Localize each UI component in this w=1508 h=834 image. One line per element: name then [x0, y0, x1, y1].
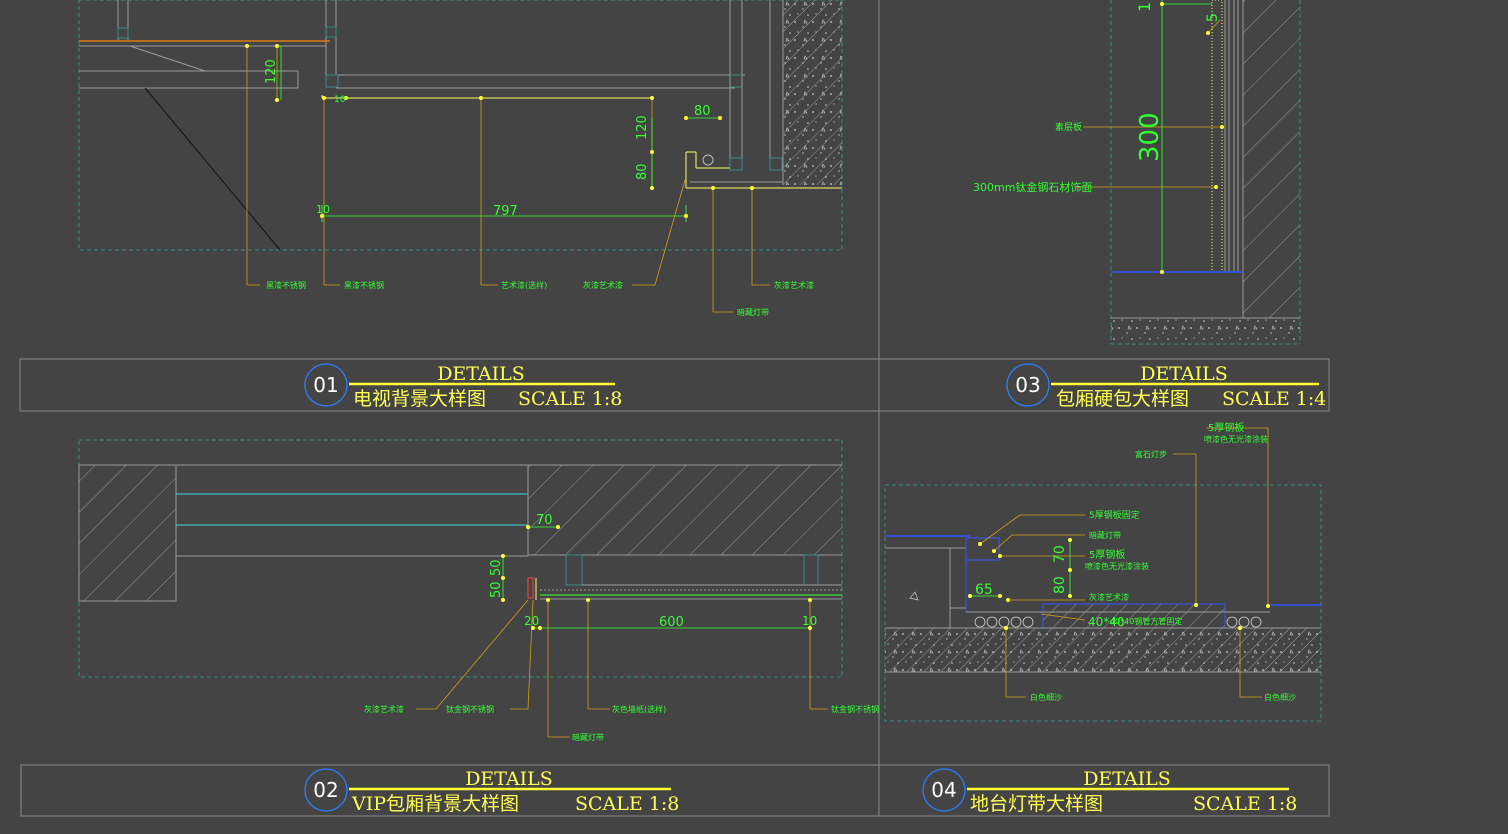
annotation-label: 5厚钢板	[1089, 548, 1125, 561]
detail-number: 01	[313, 373, 338, 397]
title-heading: DETAILS	[1083, 768, 1171, 790]
dim-label: 600	[659, 615, 684, 630]
dim-label: 80	[635, 163, 650, 180]
annotation-label: 暗藏灯带	[1089, 530, 1121, 540]
title-block-02: 02 DETAILS VIP包厢背景大样图 SCALE 1:8	[304, 768, 679, 815]
dim-label: 70	[536, 513, 553, 528]
panel-02: 70 50 50 20 600 10 灰漆艺术漆 钛金钢不锈钢 灰色墙纸(选样)…	[78, 439, 879, 742]
detail-number: 02	[313, 778, 338, 802]
dim-label: 1	[1135, 2, 1154, 12]
annotation-label: 灰漆艺术漆	[774, 280, 814, 290]
title-name: VIP包厢背景大样图	[351, 793, 519, 815]
annotation-label: 暗藏灯带	[572, 732, 604, 742]
annotation-label: 富石灯步	[1135, 449, 1167, 459]
dim-label: 797	[493, 204, 518, 219]
dim-label: 120	[264, 59, 279, 84]
title-scale: SCALE 1:8	[1193, 793, 1297, 815]
detail-number: 03	[1015, 373, 1040, 397]
annotation-label: 钛金钢不锈钢	[446, 704, 494, 714]
annotation-label: 黑漆不锈钢	[266, 280, 306, 290]
dim-label: 20	[524, 614, 539, 628]
annotation-label: 黑漆不锈钢	[344, 280, 384, 290]
title-block-01: 01 DETAILS 电视背景大样图 SCALE 1:8	[304, 363, 622, 410]
dim-label: 50	[489, 559, 504, 576]
annotation-label: 艺术漆(选样)	[501, 280, 547, 290]
annotation-label: 灰漆艺术漆	[583, 280, 623, 290]
dim-label: 120	[635, 115, 650, 140]
annotation-label: 白色细沙	[1030, 692, 1062, 702]
title-block-03: 03 DETAILS 包厢硬包大样图 SCALE 1:4	[1006, 363, 1326, 410]
annotation-label: 喷漆色无光漆涂装	[1085, 561, 1149, 571]
annotation-label: 5厚钢板	[1208, 421, 1244, 434]
dim-label: 10	[334, 95, 346, 105]
dim-label: 50	[489, 581, 504, 598]
dim-label: 10	[316, 203, 330, 216]
annotation-label: 灰色墙纸(选样)	[612, 704, 666, 714]
annotation-label: 白色细沙	[1264, 692, 1296, 702]
dim-label: 70	[1052, 545, 1068, 563]
title-block-04: 04 DETAILS 地台灯带大样图 SCALE 1:8	[922, 768, 1297, 815]
title-scale: SCALE 1:8	[518, 388, 622, 410]
annotation-label: 素层板	[1055, 121, 1082, 133]
title-heading: DETAILS	[465, 768, 553, 790]
panel-01-frame	[78, 0, 843, 251]
title-scale: SCALE 1:4	[1222, 388, 1326, 410]
dim-label: 300	[1135, 112, 1165, 162]
dim-label: 80	[694, 104, 711, 119]
panel-01: 120 80 120 80 10 797 10 黑漆不锈钢 黑漆不锈钢 艺术漆(…	[78, 0, 843, 317]
title-heading: DETAILS	[437, 363, 525, 385]
dim-label: 10	[802, 614, 817, 628]
annotation-label: 钛金钢不锈钢	[831, 704, 879, 714]
title-heading: DETAILS	[1140, 363, 1228, 385]
annotation-label: 5厚钢板固定	[1089, 509, 1140, 521]
cad-drawing-canvas: 120 80 120 80 10 797 10 黑漆不锈钢 黑漆不锈钢 艺术漆(…	[19, 0, 1330, 817]
title-name: 包厢硬包大样图	[1056, 388, 1189, 410]
title-name: 地台灯带大样图	[970, 793, 1103, 815]
panel-03: 300 1 5 素层板 300mm钛金钢石材饰面	[973, 0, 1301, 345]
title-scale: SCALE 1:8	[575, 793, 679, 815]
dim-label: 5	[1205, 13, 1221, 22]
annotation-label: 喷漆色无光漆涂装	[1204, 434, 1268, 444]
annotation-label: 40*40钢管方管固定	[1110, 616, 1182, 626]
annotation-label: 灰漆艺术漆	[1089, 592, 1129, 602]
annotation-label: 300mm钛金钢石材饰面	[973, 180, 1092, 194]
annotation-label: 暗藏灯带	[737, 307, 769, 317]
title-name: 电视背景大样图	[353, 388, 486, 410]
dim-label: 80	[1052, 576, 1068, 594]
panel-04: 70 80 65 40*40 5厚钢板 喷漆色无光漆涂装 富石灯步 5厚钢板固定…	[884, 421, 1322, 722]
dim-label: 65	[975, 582, 993, 598]
annotation-label: 灰漆艺术漆	[364, 704, 404, 714]
detail-number: 04	[931, 778, 956, 802]
